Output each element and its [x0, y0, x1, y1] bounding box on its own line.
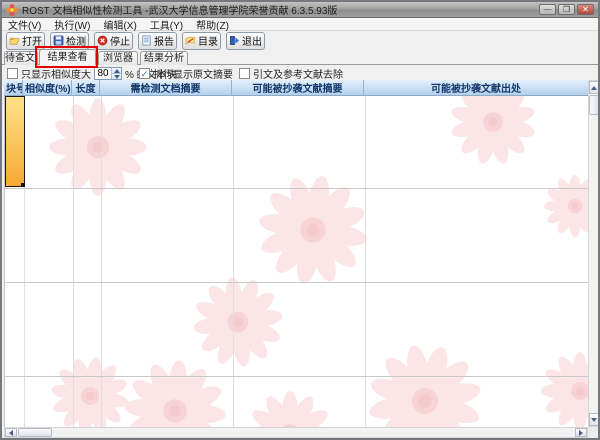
column-header-block-number[interactable]: 块号 [4, 80, 23, 96]
scroll-right-button[interactable] [575, 428, 587, 437]
menu-item-run[interactable]: 执行(W) [54, 17, 90, 32]
grid-column-line [101, 96, 102, 427]
stop-icon [97, 35, 108, 46]
scrollbar-corner [588, 427, 600, 438]
remove-citations-label: 引文及参考文献去除 [253, 66, 343, 81]
menu-item-tools[interactable]: 工具(Y) [150, 17, 183, 32]
grid-row-line [5, 282, 588, 283]
grid-column-line [73, 96, 74, 427]
threshold-input[interactable] [95, 68, 111, 79]
catalog-icon [185, 35, 196, 46]
app-icon [6, 4, 18, 16]
exit-button-label: 退出 [242, 33, 262, 48]
open-folder-icon [9, 35, 20, 46]
grid-row-line [5, 188, 588, 189]
arrow-left-icon [9, 430, 13, 436]
column-header-document-excerpt[interactable]: 需检测文档摘要 [100, 80, 232, 96]
arrow-down-icon [591, 418, 597, 422]
remove-citations-group: 引文及参考文献去除 [239, 66, 343, 81]
horizontal-scrollbar[interactable] [4, 427, 588, 438]
vertical-scrollbar[interactable] [588, 80, 600, 427]
stop-button-label: 停止 [110, 33, 130, 48]
menu-bar: 文件(V) 执行(W) 编辑(X) 工具(Y) 帮助(Z) [2, 18, 598, 31]
wrap-display-label: 折行显示原文摘要 [153, 66, 233, 81]
threshold-spinbox [94, 67, 122, 80]
arrow-right-icon [579, 430, 583, 436]
horizontal-scrollbar-thumb[interactable] [18, 428, 52, 437]
threshold-spinner [111, 68, 121, 79]
menu-item-help[interactable]: 帮助(Z) [196, 17, 229, 32]
flower-watermark-background [5, 96, 588, 427]
options-row: 只显示相似度大 % 的文本块 折行显示原文摘要 引文及参考文献去除 [2, 65, 598, 80]
column-header-source[interactable]: 可能被抄袭文献出处 [364, 80, 588, 96]
spinner-down-icon [114, 75, 120, 79]
open-button[interactable]: 打开 [6, 32, 45, 50]
scroll-up-button[interactable] [589, 81, 599, 94]
column-header-similarity-label: 相似度(%) [25, 80, 71, 95]
tab-pending-articles[interactable]: 待查文章 [4, 51, 38, 65]
arrow-up-icon [591, 86, 597, 90]
grid-column-line [233, 96, 234, 427]
grid-column-line [365, 96, 366, 427]
column-header-length[interactable]: 长度 [72, 80, 100, 96]
report-button[interactable]: 报告 [138, 32, 177, 50]
tab-browser[interactable]: 浏览器 [98, 51, 138, 65]
detect-button-label: 检测 [66, 33, 86, 48]
exit-icon [229, 35, 240, 46]
results-grid: 块号 相似度(%) 长度 需检测文档摘要 可能被抄袭文献摘要 可能被抄袭文献出处 [4, 80, 600, 438]
detect-disk-icon [53, 35, 64, 46]
wrap-display-group: 折行显示原文摘要 [139, 66, 233, 81]
window-title: ROST 文档相似性检测工具 -武汉大学信息管理学院荣誉贡献 6.3.5.93版 [22, 2, 539, 17]
tab-strip: 待查文章 结果查看 浏览器 结果分析 [2, 49, 598, 65]
vertical-scrollbar-thumb[interactable] [589, 95, 599, 115]
menu-item-edit[interactable]: 编辑(X) [103, 17, 136, 32]
stop-button[interactable]: 停止 [94, 32, 133, 50]
app-window: ROST 文档相似性检测工具 -武汉大学信息管理学院荣誉贡献 6.3.5.93版… [0, 0, 600, 440]
catalog-button[interactable]: 目录 [182, 32, 221, 50]
scroll-down-button[interactable] [589, 413, 599, 426]
grid-header: 块号 相似度(%) 长度 需检测文档摘要 可能被抄袭文献摘要 可能被抄袭文献出处 [4, 80, 588, 96]
tab-result-analysis[interactable]: 结果分析 [140, 51, 188, 65]
title-bar[interactable]: ROST 文档相似性检测工具 -武汉大学信息管理学院荣誉贡献 6.3.5.93版… [2, 2, 598, 18]
wrap-display-checkbox[interactable] [139, 68, 150, 79]
column-header-plagiarized-excerpt[interactable]: 可能被抄袭文献摘要 [232, 80, 364, 96]
open-button-label: 打开 [22, 33, 42, 48]
catalog-button-label: 目录 [198, 33, 218, 48]
report-button-label: 报告 [154, 33, 174, 48]
maximize-button[interactable]: ❐ [558, 4, 575, 15]
menu-item-file[interactable]: 文件(V) [8, 17, 41, 32]
selection-handle[interactable] [21, 183, 25, 187]
exit-button[interactable]: 退出 [226, 32, 265, 50]
tab-results-view[interactable]: 结果查看 [39, 49, 96, 65]
close-button[interactable]: ✕ [577, 4, 594, 15]
similarity-filter-checkbox[interactable] [7, 68, 18, 79]
selected-cell[interactable] [5, 96, 25, 187]
grid-body[interactable] [4, 96, 588, 427]
grid-row-line [5, 376, 588, 377]
report-icon [141, 35, 152, 46]
minimize-button[interactable]: — [539, 4, 556, 15]
spinner-down-button[interactable] [111, 73, 121, 79]
scroll-left-button[interactable] [5, 428, 17, 437]
toolbar: 打开 检测 停止 报告 [2, 31, 598, 50]
remove-citations-checkbox[interactable] [239, 68, 250, 79]
detect-button[interactable]: 检测 [50, 32, 89, 50]
similarity-filter-label-prefix: 只显示相似度大 [21, 66, 91, 81]
column-header-similarity[interactable]: 相似度(%) [23, 80, 72, 96]
